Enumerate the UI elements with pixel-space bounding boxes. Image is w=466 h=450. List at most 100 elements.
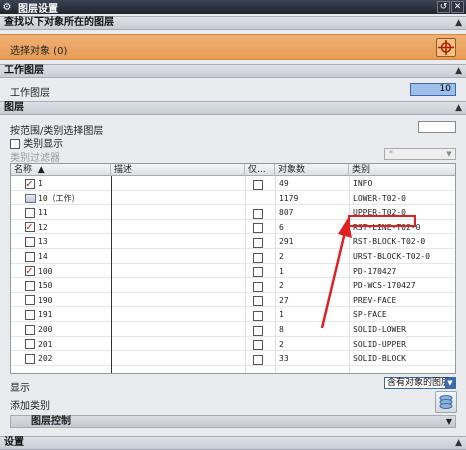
collapse-icon[interactable]: ▲ bbox=[455, 65, 462, 77]
column-header-name[interactable]: 名称 ▲ bbox=[11, 164, 111, 176]
table-row[interactable]: 200 8 SOLID-LOWER bbox=[11, 323, 455, 337]
layer-name-cell: 10（工作） bbox=[25, 192, 80, 205]
select-objects-label: 选择对象 (0) bbox=[10, 46, 68, 57]
layer-visible-checkbox[interactable] bbox=[25, 220, 35, 233]
table-row[interactable]: 10（工作） 1179 LOWER-T02-0 bbox=[11, 192, 455, 206]
add-category-button[interactable] bbox=[435, 391, 457, 413]
only-visible-cell bbox=[253, 339, 263, 352]
only-visible-checkbox[interactable] bbox=[253, 267, 263, 278]
only-visible-checkbox[interactable] bbox=[253, 252, 263, 263]
table-row[interactable]: 150 2 PD-WCS-170427 bbox=[11, 279, 455, 293]
layer-name: 11 bbox=[38, 208, 48, 218]
layer-visible-checkbox[interactable] bbox=[25, 264, 35, 277]
layer-control-header[interactable]: 图层控制 ▼ bbox=[10, 415, 456, 428]
object-count-cell: 2 bbox=[279, 252, 284, 261]
crosshair-select-button[interactable] bbox=[436, 38, 456, 57]
table-row[interactable]: 1 49 INFO bbox=[11, 177, 455, 191]
layers-section-title: 图层 bbox=[4, 102, 24, 113]
settings-section-title: 设置 bbox=[4, 437, 24, 448]
layer-visible-checkbox[interactable] bbox=[25, 177, 35, 190]
object-count-cell: 49 bbox=[279, 179, 289, 188]
only-visible-checkbox[interactable] bbox=[253, 237, 263, 248]
object-count-cell: 33 bbox=[279, 354, 289, 364]
display-dropdown[interactable]: 含有对象的图层 ▼ bbox=[384, 377, 456, 389]
only-visible-cell bbox=[253, 324, 263, 337]
layer-name: 191 bbox=[38, 310, 53, 320]
layer-name: 13 bbox=[38, 237, 48, 247]
category-display-toggle[interactable]: 类别显示 bbox=[10, 135, 63, 150]
collapse-icon[interactable]: ▲ bbox=[455, 102, 462, 114]
column-header-count[interactable]: 对象数 bbox=[275, 164, 349, 176]
object-count-cell: 6 bbox=[279, 222, 284, 232]
layer-visible-checkbox[interactable] bbox=[25, 353, 35, 364]
layer-name-cell: 190 bbox=[25, 294, 52, 307]
only-visible-cell bbox=[253, 266, 263, 279]
layer-name: 1 bbox=[38, 179, 43, 188]
layer-visible-checkbox[interactable] bbox=[25, 324, 35, 335]
layers-section-header[interactable]: 图层 ▲ bbox=[0, 101, 466, 115]
table-row[interactable]: 202 33 SOLID-BLOCK bbox=[11, 352, 455, 366]
only-visible-checkbox[interactable] bbox=[253, 340, 263, 351]
chevron-down-icon: ▼ bbox=[446, 150, 452, 158]
only-visible-checkbox[interactable] bbox=[253, 223, 263, 234]
object-count-cell: 807 bbox=[279, 208, 294, 218]
select-objects-bar[interactable]: 选择对象 (0) bbox=[0, 34, 466, 60]
layer-visible-checkbox[interactable] bbox=[25, 236, 35, 247]
work-layer-section-header[interactable]: 工作图层 ▲ bbox=[0, 64, 466, 78]
column-header-only[interactable]: 仅... bbox=[245, 164, 275, 176]
layer-visible-checkbox[interactable] bbox=[25, 207, 35, 218]
work-layer-section-title: 工作图层 bbox=[4, 65, 44, 76]
only-visible-checkbox[interactable] bbox=[253, 325, 263, 336]
layer-visible-checkbox[interactable] bbox=[25, 339, 35, 350]
display-label: 显示 bbox=[10, 383, 30, 394]
collapse-icon[interactable]: ▲ bbox=[455, 437, 462, 449]
layer-table: 名称 ▲ 描述 仅... 对象数 类别 1 49 INFO 10（工作） 1179 LOW… bbox=[10, 163, 456, 374]
only-visible-checkbox[interactable] bbox=[253, 354, 263, 365]
reset-icon[interactable]: ↺ bbox=[437, 1, 450, 13]
column-header-description[interactable]: 描述 bbox=[111, 164, 245, 176]
gear-icon[interactable]: ⚙ bbox=[0, 0, 14, 14]
only-visible-cell bbox=[253, 309, 263, 322]
settings-section-header[interactable]: 设置 ▲ bbox=[0, 436, 466, 450]
only-visible-checkbox[interactable] bbox=[253, 310, 263, 321]
only-visible-checkbox[interactable] bbox=[253, 208, 263, 219]
only-visible-cell bbox=[253, 178, 263, 191]
object-count-cell: 2 bbox=[279, 339, 284, 349]
layer-visible-checkbox[interactable] bbox=[25, 295, 35, 306]
only-visible-cell bbox=[253, 280, 263, 293]
range-input[interactable] bbox=[418, 121, 456, 133]
only-visible-checkbox[interactable] bbox=[253, 179, 263, 190]
only-visible-checkbox[interactable] bbox=[253, 281, 263, 292]
layer-visible-checkbox[interactable] bbox=[25, 309, 35, 320]
close-icon[interactable]: ✕ bbox=[451, 1, 464, 13]
layer-name-cell: 11 bbox=[25, 206, 48, 219]
category-cell: SOLID-UPPER bbox=[353, 339, 406, 349]
table-row[interactable]: 190 27 PREV-FACE bbox=[11, 294, 455, 308]
table-row[interactable]: 13 291 RST-BLOCK-T02-0 bbox=[11, 235, 455, 250]
category-cell: INFO bbox=[353, 179, 373, 188]
category-display-checkbox[interactable] bbox=[10, 139, 20, 149]
only-visible-cell bbox=[253, 353, 263, 366]
category-filter-dropdown[interactable]: * ▼ bbox=[384, 148, 456, 160]
layer-name-cell: 201 bbox=[25, 338, 52, 351]
object-count-cell: 1 bbox=[279, 266, 284, 276]
collapse-icon[interactable]: ▲ bbox=[455, 17, 462, 29]
layer-visible-checkbox[interactable] bbox=[25, 251, 35, 262]
category-cell: PD-WCS-170427 bbox=[353, 281, 416, 291]
annotation-arrow-icon bbox=[320, 218, 352, 329]
object-count-cell: 2 bbox=[279, 281, 284, 291]
layer-name: 190 bbox=[38, 295, 53, 305]
work-layer-field[interactable]: 10 bbox=[410, 83, 456, 96]
table-row[interactable]: 14 2 URST-BLOCK-T02-0 bbox=[11, 250, 455, 264]
table-row[interactable]: 1001PD-170427 bbox=[11, 264, 455, 279]
find-section-title: 查找以下对象所在的图层 bbox=[4, 17, 114, 28]
only-visible-checkbox[interactable] bbox=[253, 296, 263, 307]
category-filter-value: * bbox=[389, 149, 393, 158]
column-divider bbox=[275, 176, 276, 373]
layer-name: 14 bbox=[38, 252, 48, 261]
table-row[interactable]: 201 2 SOLID-UPPER bbox=[11, 338, 455, 352]
column-header-category[interactable]: 类别 bbox=[349, 164, 455, 176]
table-row[interactable]: 191 1 SP-FACE bbox=[11, 308, 455, 323]
layer-visible-checkbox[interactable] bbox=[25, 280, 35, 291]
find-section-header[interactable]: 查找以下对象所在的图层 ▲ bbox=[0, 16, 466, 30]
